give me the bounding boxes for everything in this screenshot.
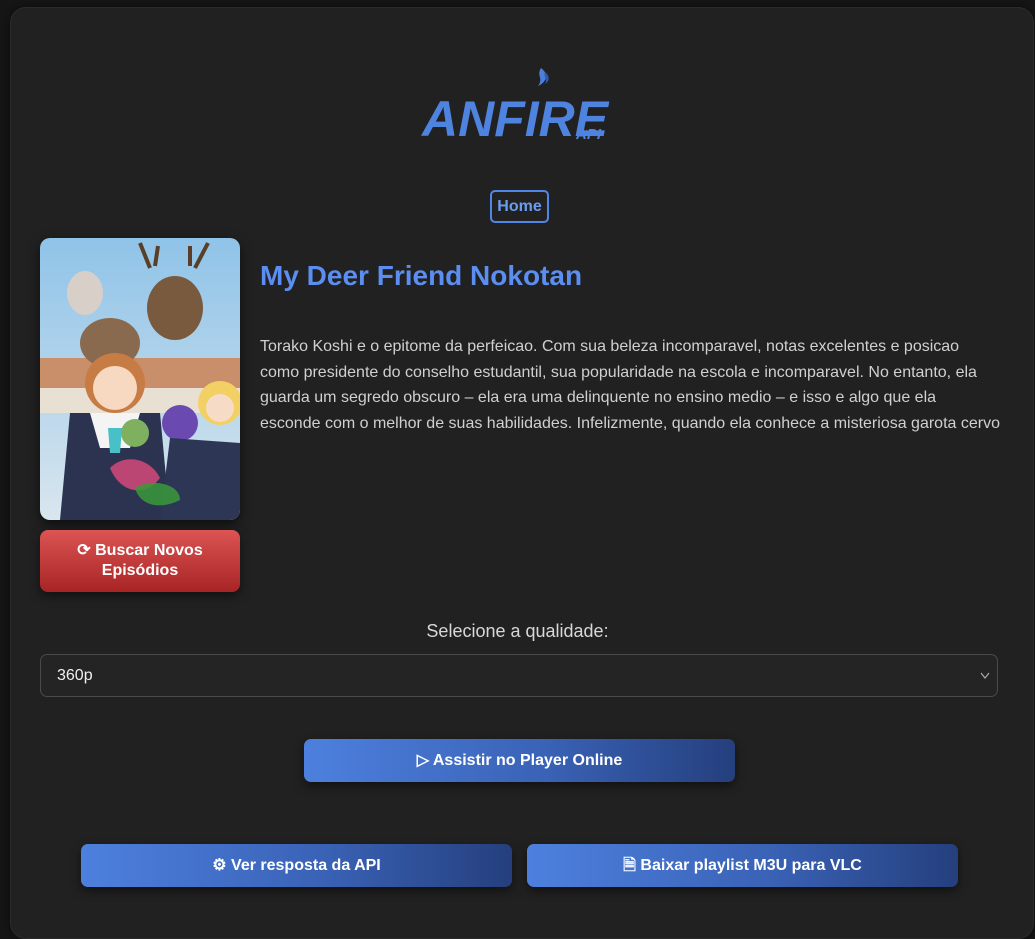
anime-description: Torako Koshi e o epitome da perfeicao. C… [260,338,1000,432]
quality-label: Selecione a qualidade: [426,621,609,641]
watch-online-button[interactable]: ▷ Assistir no Player Online [304,739,735,782]
quality-selected-value: 360p [57,667,93,684]
view-api-response-button[interactable]: ⚙ Ver resposta da API [81,844,512,887]
chevron-down-icon [980,672,990,679]
brand-sub: API [575,126,602,143]
home-link[interactable]: Home [490,190,549,223]
flame-logo-icon: ANFIRE API [420,68,610,147]
brand-logo: ANFIRE API [418,62,628,152]
anime-poster [40,238,240,520]
quality-select[interactable]: 360p [40,654,998,697]
refresh-episodes-label: ⟳ Buscar Novos Episódios [77,542,203,579]
refresh-episodes-button[interactable]: ⟳ Buscar Novos Episódios [40,530,240,592]
anime-title: My Deer Friend Nokotan [260,260,583,291]
download-m3u-button[interactable]: 🗎 Baixar playlist M3U para VLC [527,844,958,887]
